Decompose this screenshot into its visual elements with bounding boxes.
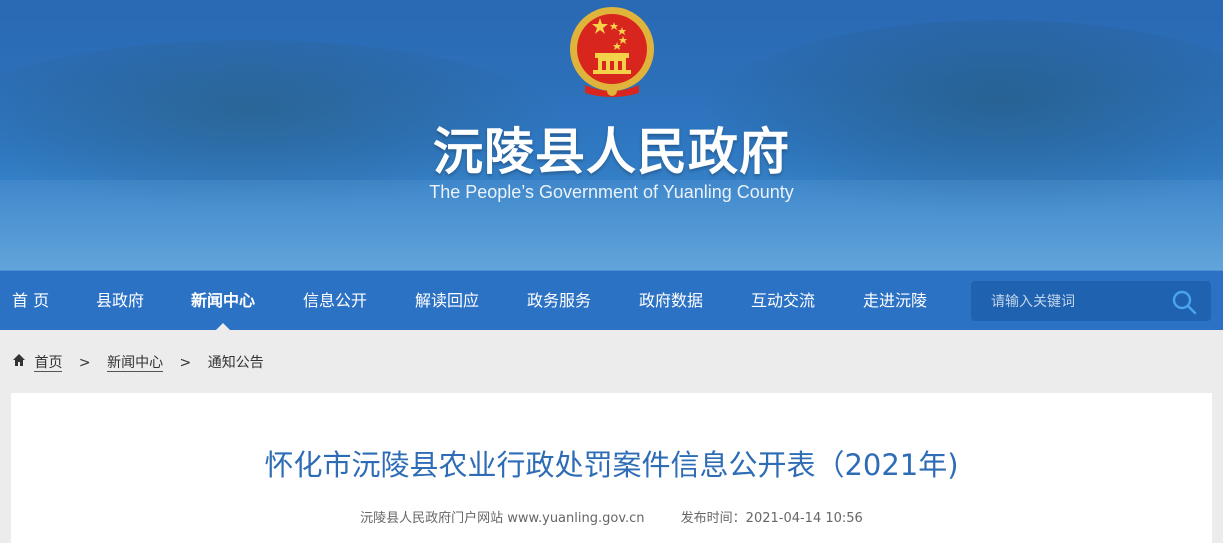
nav-item-about-yuanling[interactable]: 走进沅陵	[863, 271, 927, 330]
nav-item-government-data[interactable]: 政府数据	[639, 271, 703, 330]
nav-item-interaction[interactable]: 互动交流	[751, 271, 815, 330]
breadcrumb-current[interactable]: 通知公告	[208, 352, 264, 374]
breadcrumb-news-link[interactable]: 新闻中心	[107, 355, 164, 372]
breadcrumb-separator: >	[78, 355, 91, 371]
site-title: 沅陵县人民政府	[433, 123, 790, 181]
nav-item-news-center[interactable]: 新闻中心	[191, 271, 255, 330]
national-emblem-icon	[570, 7, 654, 97]
article-card: 怀化市沅陵县农业行政处罚案件信息公开表（2021年) 沅陵县人民政府门户网站 w…	[11, 393, 1212, 543]
nav-item-information-disclosure[interactable]: 信息公开	[303, 271, 367, 330]
breadcrumb: 首页 > 新闻中心 > 通知公告	[12, 352, 264, 374]
article-publish-time: 发布时间：2021-04-14 10:56	[680, 511, 863, 526]
breadcrumb-separator: >	[179, 355, 192, 371]
search-icon[interactable]	[1171, 289, 1197, 315]
article-meta: 沅陵县人民政府门户网站 www.yuanling.gov.cn 发布时间：202…	[11, 507, 1212, 526]
site-subtitle: The People’s Government of Yuanling Coun…	[429, 182, 794, 202]
nav-item-government-services[interactable]: 政务服务	[527, 271, 591, 330]
nav-item-county-government[interactable]: 县政府	[96, 271, 144, 330]
breadcrumb-home-link[interactable]: 首页	[34, 355, 63, 372]
search-input[interactable]	[971, 281, 1183, 323]
article-title: 怀化市沅陵县农业行政处罚案件信息公开表（2021年)	[264, 448, 959, 482]
nav-item-home[interactable]: 首 页	[12, 271, 49, 330]
article-source: 沅陵县人民政府门户网站 www.yuanling.gov.cn	[360, 511, 645, 526]
search-box	[971, 281, 1211, 323]
main-nav: 首 页 县政府 新闻中心 信息公开 解读回应 政务服务 政府数据 互动交流 走进…	[0, 270, 1223, 330]
nav-item-interpretation[interactable]: 解读回应	[415, 271, 479, 330]
home-icon	[12, 352, 30, 374]
site-header: 沅陵县人民政府 The People’s Government of Yuanl…	[0, 0, 1223, 270]
